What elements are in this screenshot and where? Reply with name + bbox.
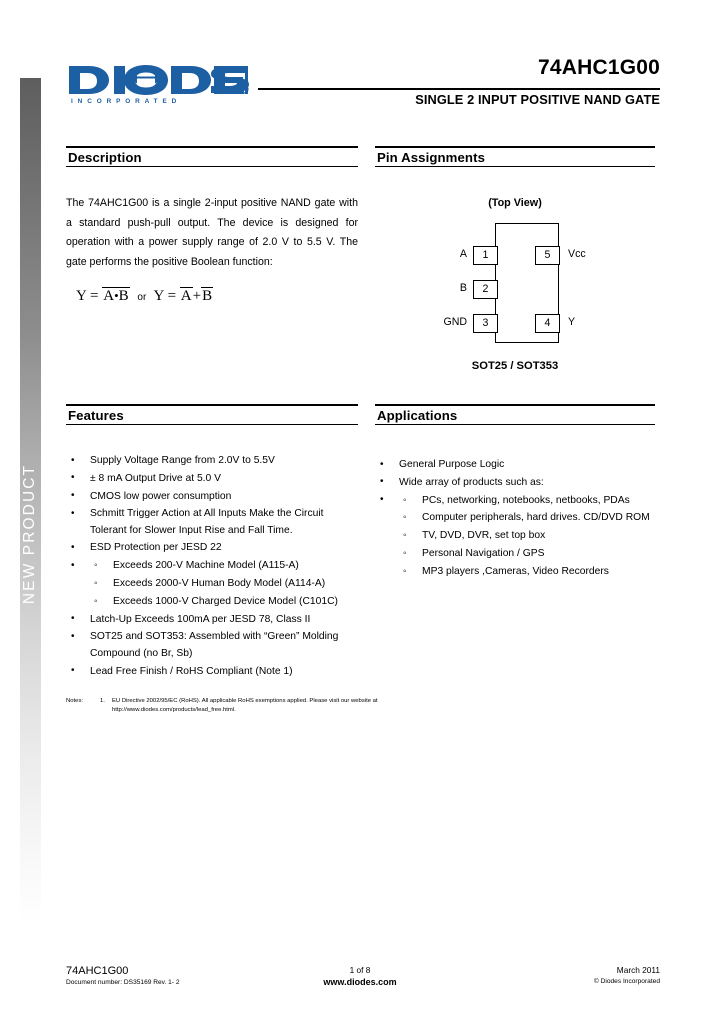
formula-not-b: B <box>201 287 214 304</box>
formula-plus: + <box>192 288 202 304</box>
sublist-item: Exceeds 200-V Machine Model (A115-A) <box>90 558 358 575</box>
notes-number: 1. <box>100 698 105 704</box>
sublist-wrapper: PCs, networking, notebooks, netbooks, PD… <box>375 492 655 581</box>
new-product-label: NEW PRODUCT <box>21 463 39 604</box>
pin-assignments-heading: Pin Assignments <box>377 150 485 165</box>
features-section-header: Features <box>66 404 358 425</box>
description-body: The 74AHC1G00 is a single 2-input positi… <box>66 197 358 268</box>
sublist-item: MP3 players ,Cameras, Video Recorders <box>399 564 655 581</box>
description-section-header: Description <box>66 146 358 167</box>
list-item: ESD Protection per JESD 22 <box>66 540 358 557</box>
sublist-item: Personal Navigation / GPS <box>399 546 655 563</box>
footer-date: March 2011 <box>616 965 660 975</box>
formula-a1: A <box>103 288 115 304</box>
list-item: Supply Voltage Range from 2.0V to 5.5V <box>66 452 358 469</box>
diodes-logo: R INCORPORATED <box>67 64 257 105</box>
formula-or: or <box>137 292 147 303</box>
boolean-formula: Y = A•B or Y = A+B <box>66 287 358 305</box>
description-section: Description The 74AHC1G00 is a single 2-… <box>66 146 358 305</box>
pin-box-4: 4 <box>535 314 560 333</box>
list-item: Lead Free Finish / RoHS Compliant (Note … <box>66 663 358 680</box>
notes-line-1: EU Directive 2002/95/EC (RoHS). All appl… <box>112 698 378 704</box>
pin-box-2: 2 <box>473 280 498 299</box>
sublist-wrapper: Exceeds 200-V Machine Model (A115-A)Exce… <box>66 558 358 611</box>
list-item: General Purpose Logic <box>375 456 655 473</box>
pin-assignments-section: Pin Assignments (Top View) A 1 B 2 GND 3… <box>375 146 655 372</box>
features-section: Features Supply Voltage Range from 2.0V … <box>66 404 358 681</box>
applications-section: Applications General Purpose LogicWide a… <box>375 404 655 582</box>
applications-heading: Applications <box>377 408 458 423</box>
pin-assignments-section-header: Pin Assignments <box>375 146 655 167</box>
sublist-item: PCs, networking, notebooks, netbooks, PD… <box>399 493 655 510</box>
pin-box-3: 3 <box>473 314 498 333</box>
formula-term-ab: A•B <box>102 287 130 305</box>
page-subtitle: SINGLE 2 INPUT POSITIVE NAND GATE <box>415 92 660 107</box>
diodes-logo-incorporated: INCORPORATED <box>71 98 182 105</box>
page-title-part-number: 74AHC1G00 <box>537 56 660 79</box>
diodes-logo-wordmark: R <box>69 65 249 95</box>
list-item: Wide array of products such as: <box>375 474 655 491</box>
footer-right: March 2011 © Diodes Incorporated <box>594 965 660 985</box>
pin-box-5: 5 <box>535 246 560 265</box>
list-item: SOT25 and SOT353: Assembled with “Green”… <box>66 629 358 662</box>
notes-line-2: http://www.diodes.com/products/lead_free… <box>112 707 236 713</box>
list-item: Schmitt Trigger Action at All Inputs Mak… <box>66 506 358 539</box>
applications-section-header: Applications <box>375 404 655 425</box>
notes-block: Notes: 1. EU Directive 2002/95/EC (RoHS). … <box>66 697 536 715</box>
list-item: ± 8 mA Output Drive at 5.0 V <box>66 470 358 487</box>
sublist-item: TV, DVD, DVR, set top box <box>399 528 655 545</box>
formula-y2: Y <box>153 288 164 304</box>
formula-y1: Y <box>76 288 87 304</box>
formula-b1: B <box>118 288 129 304</box>
notes-label: Notes: <box>66 698 84 704</box>
pin-box-1: 1 <box>473 246 498 265</box>
pin-label-b: B <box>459 282 467 294</box>
pin-label-gnd: GND <box>443 316 467 328</box>
list-item: Latch-Up Exceeds 100mA per JESD 78, Clas… <box>66 611 358 628</box>
applications-list: General Purpose LogicWide array of produ… <box>375 456 655 581</box>
description-heading: Description <box>68 150 142 165</box>
sublist: Exceeds 200-V Machine Model (A115-A)Exce… <box>90 558 358 610</box>
formula-eq1: = <box>90 288 99 304</box>
header-divider-rule <box>258 88 660 90</box>
pin-label-a: A <box>459 248 467 260</box>
pin-label-y: Y <box>568 316 576 328</box>
pin-diagram: A 1 B 2 GND 3 5 Vcc 4 Y <box>390 223 640 348</box>
formula-eq2: = <box>167 288 177 304</box>
features-heading: Features <box>68 408 124 423</box>
formula-not-a: A <box>179 287 193 304</box>
list-item: CMOS low power consumption <box>66 488 358 505</box>
sublist-item: Exceeds 1000-V Charged Device Model (C10… <box>90 594 358 611</box>
page-footer: 74AHC1G00 Document number: DS35169 Rev. … <box>0 965 720 1005</box>
pin-label-vcc: Vcc <box>568 248 586 260</box>
new-product-tab-label-wrap: NEW PRODUCT <box>20 78 41 923</box>
features-list: Supply Voltage Range from 2.0V to 5.5V± … <box>66 452 358 680</box>
top-view-label: (Top View) <box>488 197 542 209</box>
sublist-item: Computer peripherals, hard drives. CD/DV… <box>399 510 655 527</box>
sublist-item: Exceeds 2000-V Human Body Model (A114-A) <box>90 576 358 593</box>
package-name-label: SOT25 / SOT353 <box>471 360 559 372</box>
footer-copyright: © Diodes Incorporated <box>593 978 660 985</box>
sublist: PCs, networking, notebooks, netbooks, PD… <box>399 493 655 581</box>
